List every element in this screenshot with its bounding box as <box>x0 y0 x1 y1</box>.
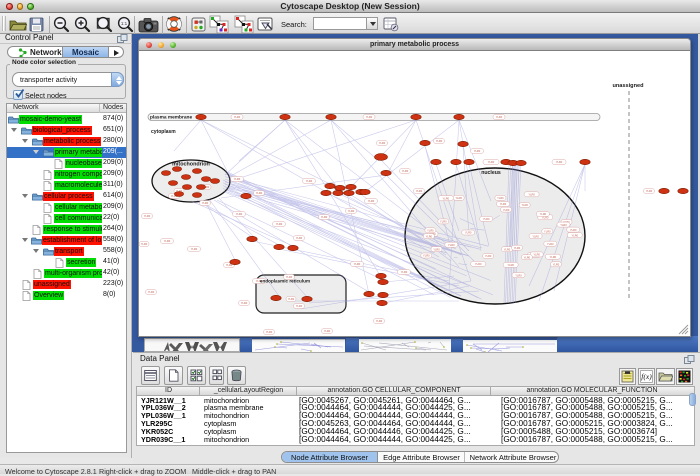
svg-text:YLR0: YLR0 <box>241 301 248 305</box>
svg-text:YLR0: YLR0 <box>402 169 409 173</box>
svg-text:YLR0: YLR0 <box>455 196 462 200</box>
svg-text:YLR0: YLR0 <box>427 229 434 233</box>
svg-text:YLR0: YLR0 <box>202 201 209 205</box>
svg-text:YLR0: YLR0 <box>440 220 447 224</box>
svg-text:YLR0: YLR0 <box>426 234 433 238</box>
svg-text:YLR0: YLR0 <box>321 215 328 219</box>
svg-text:unassigned: unassigned <box>612 83 644 89</box>
svg-text:YLR0: YLR0 <box>540 212 547 216</box>
svg-text:YLR0: YLR0 <box>553 263 560 267</box>
svg-text:cytoplasm: cytoplasm <box>151 129 176 135</box>
svg-text:YLR0: YLR0 <box>296 236 303 240</box>
svg-text:YLR0: YLR0 <box>288 297 295 301</box>
svg-text:YLR0: YLR0 <box>266 330 273 334</box>
svg-text:mitochondrion: mitochondrion <box>172 162 210 168</box>
svg-text:YLR0: YLR0 <box>483 217 490 221</box>
svg-text:YLR0: YLR0 <box>504 247 511 251</box>
svg-text:YLR0: YLR0 <box>532 234 539 238</box>
svg-text:YLR0: YLR0 <box>485 254 492 258</box>
svg-text:YLR0: YLR0 <box>465 231 472 235</box>
svg-text:YLR0: YLR0 <box>496 115 503 119</box>
svg-text:YLR0: YLR0 <box>524 255 531 259</box>
svg-text:YLR0: YLR0 <box>354 262 361 266</box>
svg-text:YLR0: YLR0 <box>306 179 313 183</box>
svg-text:YLR0: YLR0 <box>256 191 263 195</box>
svg-text:YLR0: YLR0 <box>528 193 535 197</box>
svg-text:YLR0: YLR0 <box>433 247 440 251</box>
svg-text:YLR0: YLR0 <box>436 139 443 143</box>
svg-text:YLR0: YLR0 <box>423 254 430 258</box>
svg-text:YLR0: YLR0 <box>368 199 375 203</box>
svg-text:endoplasmic reticulum: endoplasmic reticulum <box>260 279 310 284</box>
svg-text:YLR0: YLR0 <box>448 243 455 247</box>
svg-text:YLR0: YLR0 <box>443 196 450 200</box>
svg-text:YLR0: YLR0 <box>544 230 551 234</box>
svg-text:YLR0: YLR0 <box>547 242 554 246</box>
svg-text:YLR0: YLR0 <box>507 263 514 267</box>
svg-text:YLR0: YLR0 <box>366 115 373 119</box>
svg-text:YLR0: YLR0 <box>646 189 653 193</box>
svg-text:YLR0: YLR0 <box>234 177 241 181</box>
svg-text:YLR0: YLR0 <box>148 290 155 294</box>
svg-text:YLR0: YLR0 <box>500 202 507 206</box>
svg-text:YLR0: YLR0 <box>164 239 171 243</box>
svg-text:YLR0: YLR0 <box>191 247 198 251</box>
svg-text:YLR0: YLR0 <box>521 203 528 207</box>
svg-text:YLR0: YLR0 <box>379 141 386 145</box>
svg-text:plasma membrane: plasma membrane <box>150 115 192 121</box>
svg-text:YLR0: YLR0 <box>533 253 540 257</box>
svg-text:YLR0: YLR0 <box>144 214 151 218</box>
svg-text:YLR0: YLR0 <box>376 319 383 323</box>
svg-text:YLR0: YLR0 <box>141 242 148 246</box>
svg-text:nucleus: nucleus <box>481 170 501 176</box>
svg-text:YLR0: YLR0 <box>550 255 557 259</box>
svg-text:YLR0: YLR0 <box>514 246 521 250</box>
svg-text:YLR0: YLR0 <box>236 212 243 216</box>
svg-text:YLR0: YLR0 <box>503 208 510 212</box>
svg-text:1:1: 1:1 <box>121 21 128 26</box>
svg-text:YLR0: YLR0 <box>515 273 522 277</box>
svg-text:YLR0: YLR0 <box>572 233 579 237</box>
svg-text:YLR0: YLR0 <box>416 189 423 193</box>
svg-text:YLR0: YLR0 <box>556 160 563 164</box>
svg-text:YLR0: YLR0 <box>560 223 567 227</box>
svg-text:f(x): f(x) <box>641 372 652 381</box>
svg-text:YLR0: YLR0 <box>296 304 303 308</box>
svg-text:YLR0: YLR0 <box>276 222 283 226</box>
svg-text:YLR0: YLR0 <box>488 160 495 164</box>
svg-text:YLR0: YLR0 <box>497 196 504 200</box>
svg-text:YLR0: YLR0 <box>570 228 577 232</box>
svg-text:YLR0: YLR0 <box>475 262 482 266</box>
svg-text:YLR0: YLR0 <box>324 329 331 333</box>
svg-text:YLR0: YLR0 <box>401 270 408 274</box>
svg-text:YLR0: YLR0 <box>474 149 481 153</box>
svg-text:YLR0: YLR0 <box>348 209 355 213</box>
svg-text:YLR0: YLR0 <box>234 115 241 119</box>
